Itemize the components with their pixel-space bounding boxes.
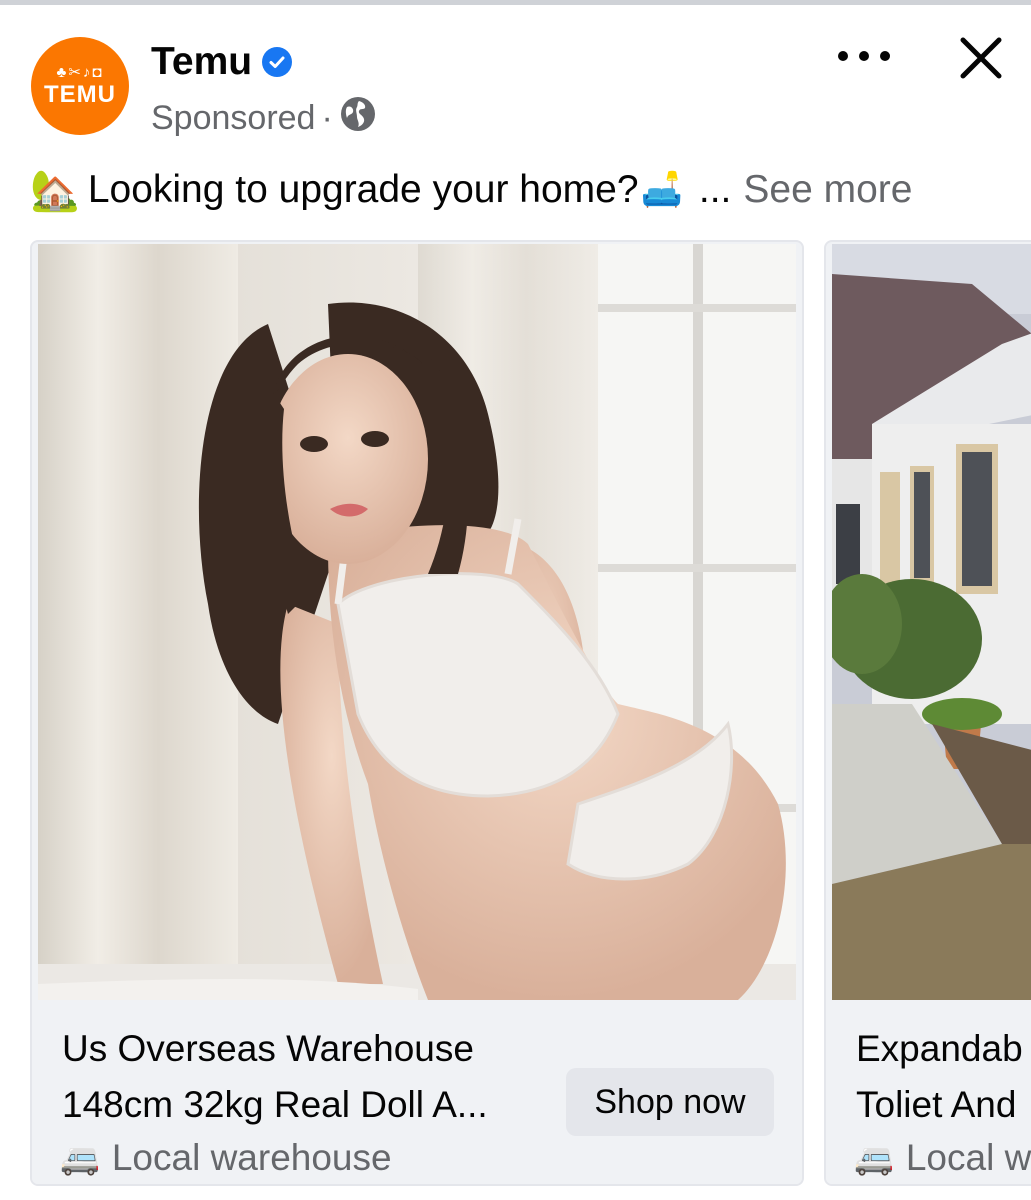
product-title-line2: Toliet And xyxy=(856,1084,1017,1125)
carousel-card[interactable]: Expandab Toliet And 🚐 Local w xyxy=(824,240,1031,1186)
caption-ellipsis: ... xyxy=(698,168,732,211)
sponsored-label[interactable]: Sponsored xyxy=(151,99,315,138)
product-title-line2: 148cm 32kg Real Doll A... xyxy=(62,1084,488,1125)
more-options-icon[interactable] xyxy=(838,44,890,68)
ad-carousel[interactable]: Us Overseas Warehouse 148cm 32kg Real Do… xyxy=(0,240,1031,1188)
globe-icon[interactable] xyxy=(339,95,377,142)
product-title-line1: Us Overseas Warehouse xyxy=(62,1028,474,1069)
carousel-card[interactable]: Us Overseas Warehouse 148cm 32kg Real Do… xyxy=(30,240,804,1186)
page-avatar[interactable]: ♣✂♪◘ TEMU xyxy=(31,37,129,135)
product-image[interactable] xyxy=(832,244,1031,1000)
product-image[interactable] xyxy=(38,244,796,1000)
delivery-van-icon: 🚐 xyxy=(854,1140,894,1176)
card-info[interactable]: Expandab Toliet And 🚐 Local w xyxy=(826,1002,1031,1184)
see-more-link[interactable]: See more xyxy=(743,168,912,212)
caption-text: Looking to upgrade your home? xyxy=(87,168,639,211)
post-meta: Sponsored · xyxy=(151,96,377,138)
page-name-row: Temu xyxy=(151,40,293,84)
source-label: Local w xyxy=(905,1137,1031,1178)
verified-badge-icon xyxy=(262,47,293,77)
source-label: Local warehouse xyxy=(111,1137,392,1178)
house-tree-emoji: 🏡 xyxy=(30,168,80,213)
meta-separator: · xyxy=(321,98,333,137)
product-source: 🚐 Local warehouse xyxy=(60,1136,392,1180)
card-info[interactable]: Us Overseas Warehouse 148cm 32kg Real Do… xyxy=(32,1002,802,1184)
delivery-van-icon: 🚐 xyxy=(60,1140,100,1176)
shop-now-button[interactable]: Shop now xyxy=(566,1068,774,1136)
product-source: 🚐 Local w xyxy=(854,1136,1031,1180)
post-header: ♣✂♪◘ TEMU Temu Sponsored · xyxy=(0,30,1031,150)
page-name[interactable]: Temu xyxy=(151,40,252,84)
top-divider xyxy=(0,0,1031,5)
avatar-logo-text: TEMU xyxy=(44,81,116,108)
close-icon[interactable] xyxy=(955,32,1007,84)
couch-emoji: 🛋️ xyxy=(640,171,683,209)
product-title-line1: Expandab xyxy=(856,1028,1023,1069)
logo-glyphs: ♣✂♪◘ xyxy=(56,64,104,81)
post-caption: 🏡 Looking to upgrade your home? 🛋️ ... S… xyxy=(30,162,1020,218)
